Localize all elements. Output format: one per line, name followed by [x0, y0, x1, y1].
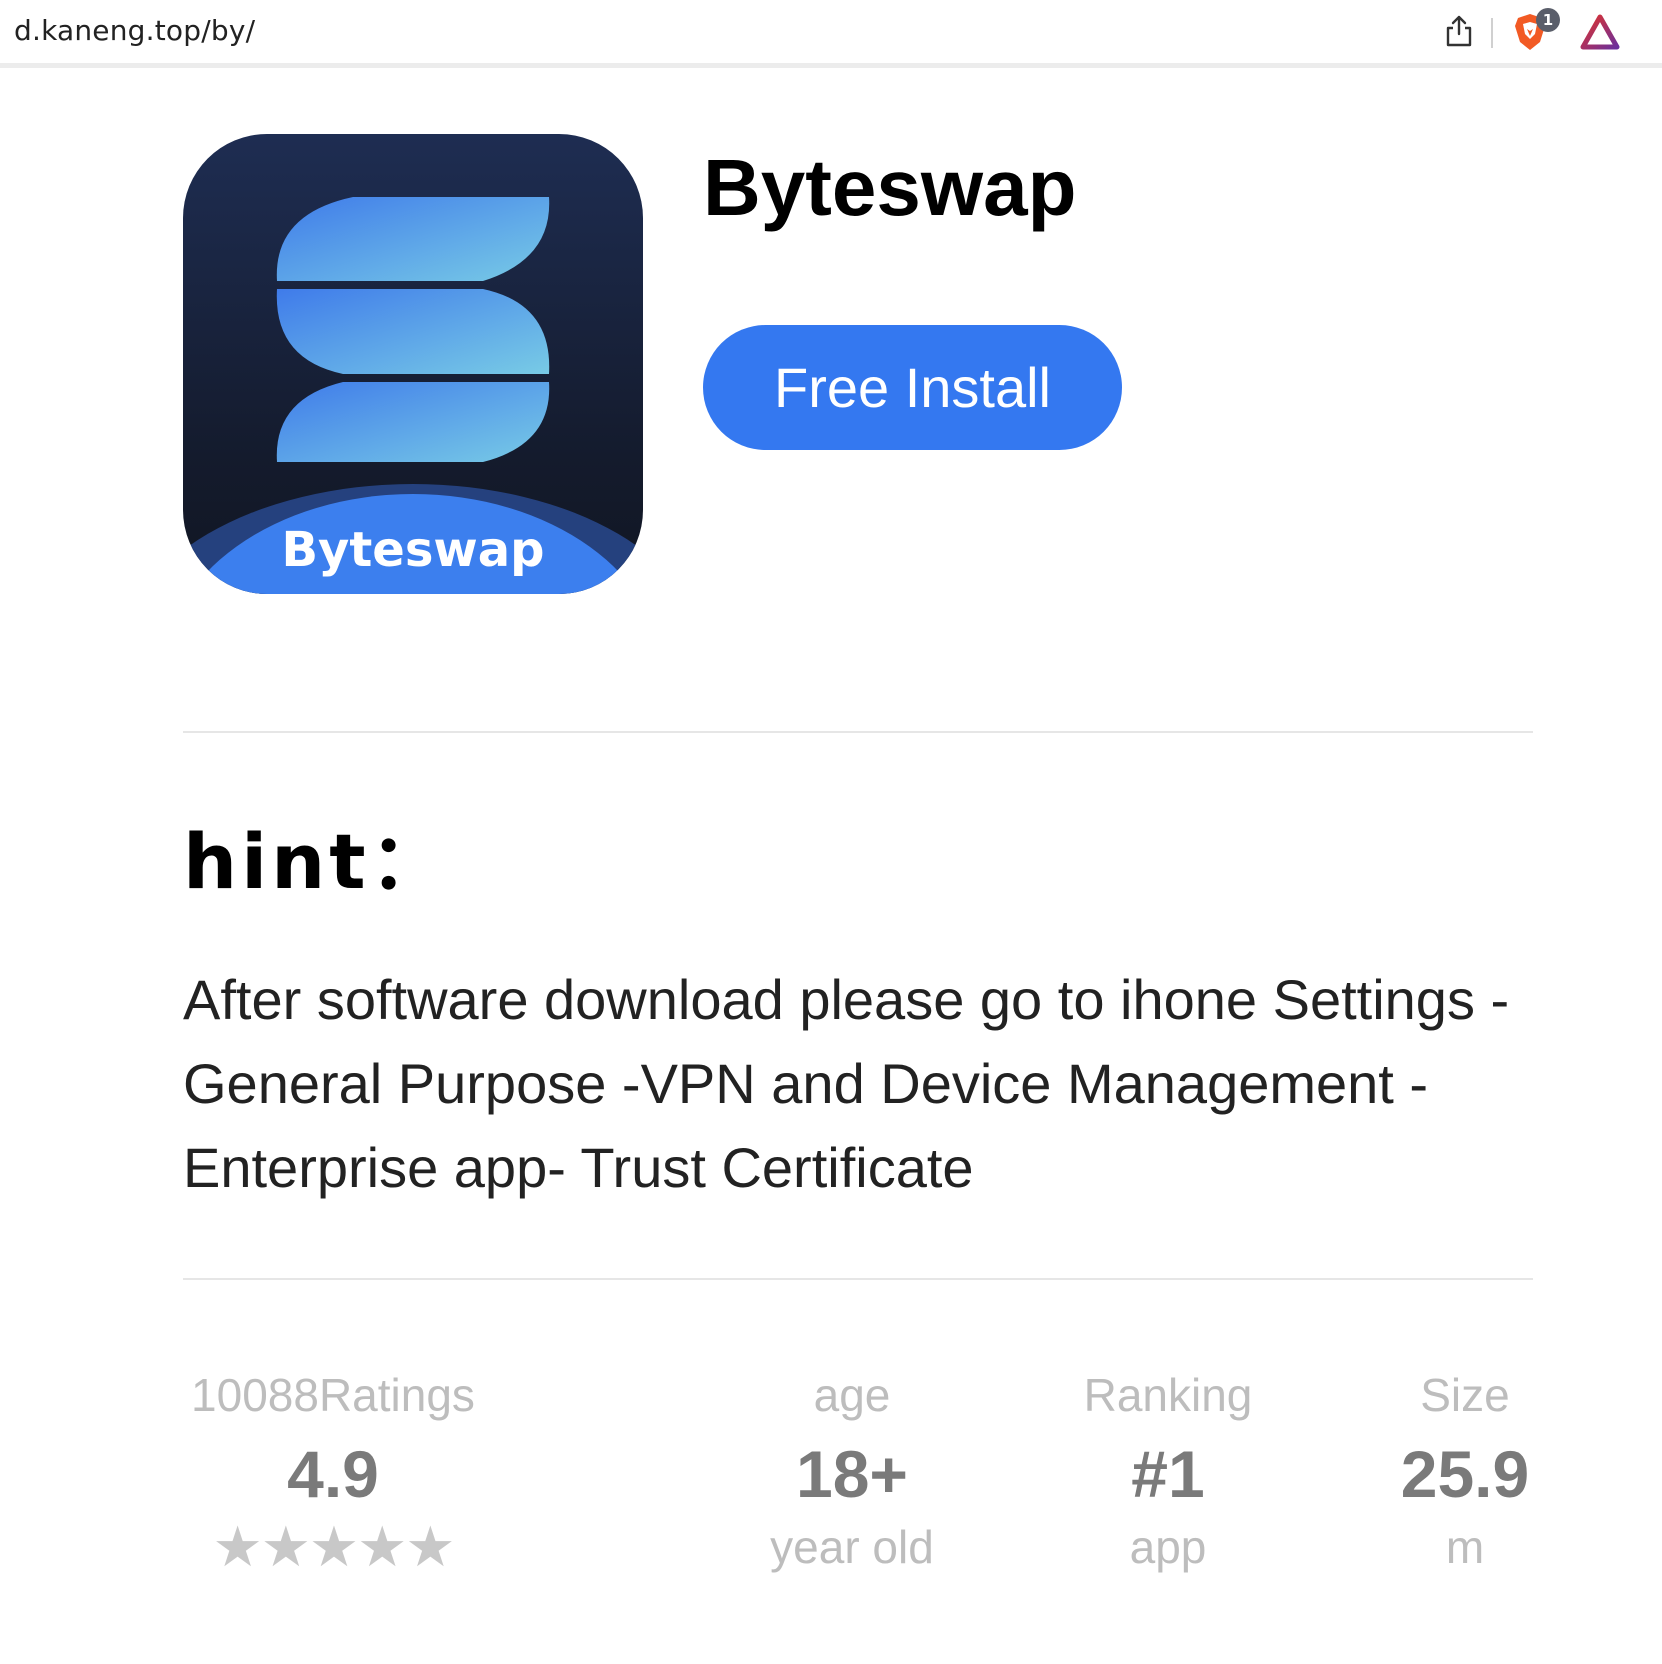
- size-label: Size: [1420, 1369, 1510, 1421]
- hint-title: hint：: [183, 817, 450, 906]
- app-icon: Byteswap: [183, 134, 643, 594]
- address-bar-url[interactable]: d.kaneng.top/by/: [14, 14, 255, 47]
- free-install-button[interactable]: Free Install: [703, 325, 1122, 450]
- share-icon[interactable]: [1444, 14, 1474, 48]
- app-icon-label: Byteswap: [281, 522, 544, 578]
- ratings-count-label: 10088Ratings: [191, 1369, 475, 1421]
- section-divider: [183, 1278, 1533, 1280]
- ranking-sub: app: [1129, 1521, 1207, 1573]
- app-name: Byteswap: [703, 143, 1077, 232]
- size-sub: m: [1445, 1521, 1485, 1573]
- ranking-label: Ranking: [1083, 1369, 1253, 1421]
- stat-ranking: Ranking #1 app: [1058, 1368, 1278, 1574]
- size-value: 25.9: [1400, 1437, 1530, 1511]
- shields-badge: 1: [1536, 8, 1560, 32]
- stat-age: age 18+ year old: [742, 1368, 962, 1574]
- age-sub: year old: [770, 1521, 934, 1573]
- age-value: 18+: [796, 1437, 908, 1511]
- toolbar-divider: [1491, 18, 1493, 48]
- stat-size: Size 25.9 m: [1385, 1368, 1545, 1574]
- age-label: age: [813, 1369, 891, 1421]
- stat-ratings: 10088Ratings 4.9 ★★★★★: [183, 1368, 483, 1580]
- brave-rewards-icon[interactable]: [1580, 14, 1620, 50]
- rating-value: 4.9: [287, 1437, 379, 1511]
- ranking-value: #1: [1131, 1437, 1205, 1511]
- hint-text: After software download please go to iho…: [183, 968, 1510, 1199]
- star-rating: ★★★★★: [212, 1515, 455, 1578]
- browser-toolbar: d.kaneng.top/by/ 1: [0, 0, 1662, 68]
- section-divider: [183, 731, 1533, 733]
